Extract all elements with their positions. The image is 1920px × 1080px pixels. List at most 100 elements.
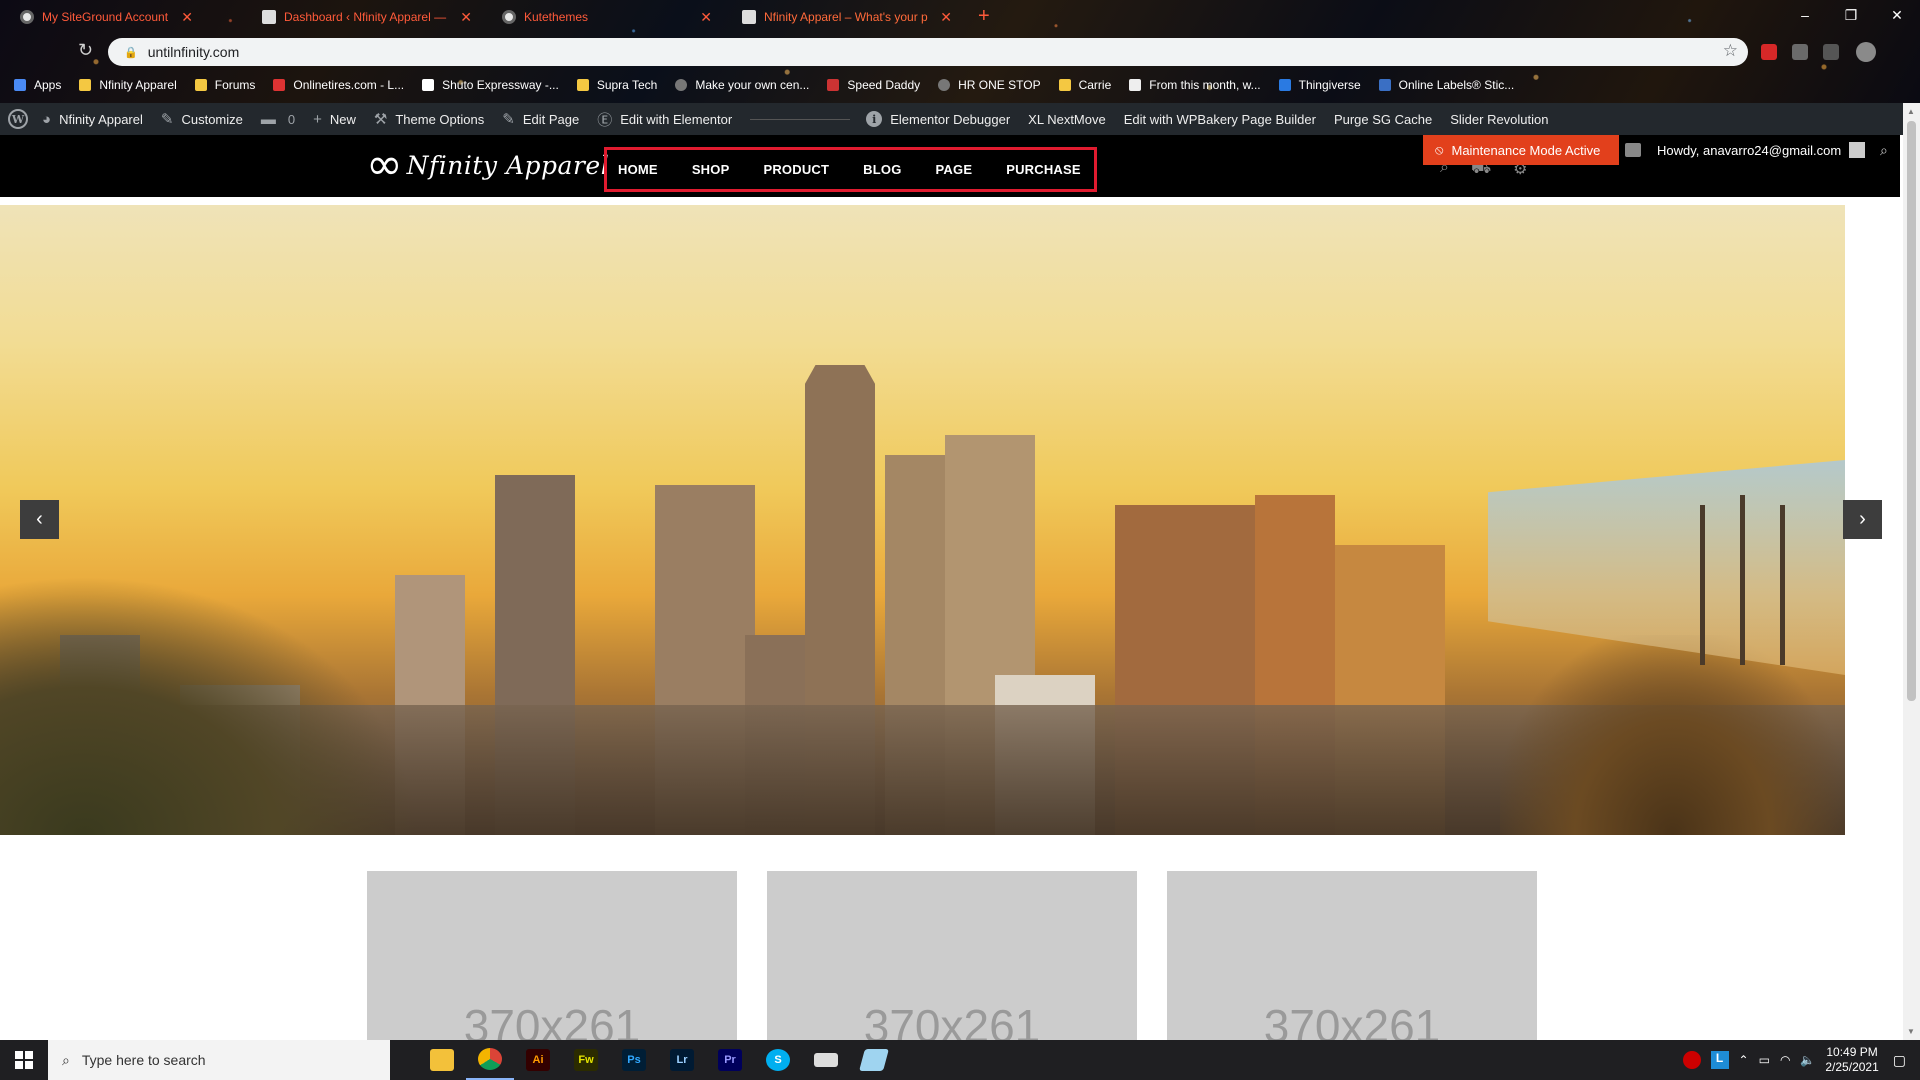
notification-center-icon[interactable]: ▢: [1893, 1052, 1906, 1069]
admin-comments[interactable]: ▬ 0: [261, 111, 295, 128]
volume-icon[interactable]: 🔈: [1800, 1053, 1815, 1067]
bookmark-item[interactable]: Forums: [194, 78, 255, 92]
placeholder-image[interactable]: 370x261: [767, 871, 1137, 1041]
lastpass-icon[interactable]: L: [1710, 1051, 1729, 1069]
site-header: ∞ Nfinity Apparel HOME SHOP PRODUCT BLOG…: [0, 135, 1900, 197]
nav-home[interactable]: HOME: [618, 162, 658, 177]
notification-icon[interactable]: [1625, 143, 1641, 157]
bookmark-item[interactable]: Thingiverse: [1278, 78, 1361, 92]
start-button[interactable]: [0, 1040, 48, 1080]
nav-purchase[interactable]: PURCHASE: [1006, 162, 1081, 177]
nav-page[interactable]: PAGE: [936, 162, 973, 177]
tab-kutethemes[interactable]: Kutethemes ✕: [482, 0, 722, 33]
chrome-icon[interactable]: [466, 1040, 514, 1080]
close-tab-icon[interactable]: ✕: [181, 9, 193, 26]
close-tab-icon[interactable]: ✕: [940, 9, 952, 26]
howdy-text: Howdy, anavarro24@gmail.com: [1657, 142, 1842, 158]
tab-siteground[interactable]: My SiteGround Account ✕: [0, 0, 203, 33]
wordpress-icon[interactable]: W: [8, 109, 28, 129]
admin-search-icon[interactable]: ⌕: [1880, 142, 1888, 159]
skype-icon[interactable]: S: [754, 1040, 802, 1080]
scroll-up-icon[interactable]: ▲: [1907, 107, 1915, 116]
main-navigation: HOME SHOP PRODUCT BLOG PAGE PURCHASE: [604, 147, 1097, 192]
bookmark-item[interactable]: Supra Tech: [576, 78, 657, 92]
extension-icon[interactable]: [1823, 44, 1839, 60]
address-bar[interactable]: 🔒 untilnfinity.com ☆: [108, 38, 1748, 66]
placeholder-image[interactable]: 370x261: [367, 871, 737, 1041]
lock-icon: 🔒: [124, 46, 138, 59]
nav-blog[interactable]: BLOG: [863, 162, 901, 177]
photoshop-icon[interactable]: Ps: [610, 1040, 658, 1080]
admin-wpbakery[interactable]: Edit with WPBakery Page Builder: [1124, 112, 1316, 127]
placeholder-image[interactable]: 370x261: [1167, 871, 1537, 1041]
illustrator-icon[interactable]: Ai: [514, 1040, 562, 1080]
admin-new[interactable]: + New: [313, 111, 356, 128]
slider-prev-button[interactable]: ‹: [20, 500, 59, 539]
wifi-icon[interactable]: ◠: [1780, 1053, 1790, 1067]
brush-icon: ✎: [160, 111, 174, 128]
bookmark-star-icon[interactable]: ☆: [1723, 41, 1738, 61]
bookmark-label: Nfinity Apparel: [99, 78, 177, 92]
bookmark-item[interactable]: Nfinity Apparel: [79, 78, 177, 92]
admin-divider: [750, 118, 851, 120]
bookmark-item[interactable]: Shuto Expressway -...: [422, 78, 559, 92]
admin-xl-nextmove[interactable]: XL NextMove: [1028, 112, 1106, 127]
meet-now-icon[interactable]: ▭: [1759, 1053, 1770, 1067]
slider-next-button[interactable]: ›: [1843, 500, 1882, 539]
minimize-icon[interactable]: –: [1782, 0, 1828, 30]
site-favicon: [827, 79, 840, 91]
clock[interactable]: 10:49 PM 2/25/2021: [1825, 1045, 1878, 1075]
bookmark-item[interactable]: Make your own cen...: [675, 78, 809, 92]
lightroom-icon[interactable]: Lr: [658, 1040, 706, 1080]
placeholder-label: 370x261: [863, 1000, 1041, 1041]
new-tab-icon[interactable]: +: [978, 5, 990, 28]
admin-label: XL NextMove: [1028, 111, 1106, 127]
bookmark-item[interactable]: HR ONE STOP: [938, 78, 1041, 92]
tab-dashboard[interactable]: Dashboard ‹ Nfinity Apparel — ✕: [242, 0, 482, 33]
siteground-icon: [20, 9, 34, 24]
premiere-icon[interactable]: Pr: [706, 1040, 754, 1080]
bookmark-item[interactable]: Online Labels® Stic...: [1378, 78, 1514, 92]
bookmark-apps[interactable]: Apps: [14, 78, 61, 92]
admin-elementor-debugger[interactable]: i Elementor Debugger: [866, 111, 1010, 127]
taskbar-search[interactable]: ⌕ Type here to search: [48, 1040, 390, 1080]
admin-edit-elementor[interactable]: Ⓔ Edit with Elementor: [597, 109, 732, 130]
card-app-icon[interactable]: [802, 1040, 850, 1080]
admin-edit-page[interactable]: ✎ Edit Page: [502, 110, 579, 128]
admin-site-name[interactable]: ◕ Nfinity Apparel: [42, 111, 143, 128]
admin-purge-cache[interactable]: Purge SG Cache: [1334, 112, 1432, 127]
close-tab-icon[interactable]: ✕: [460, 9, 472, 26]
pdf-extension-icon[interactable]: [1761, 44, 1777, 60]
chevron-left-icon: ‹: [36, 508, 43, 530]
nav-shop[interactable]: SHOP: [692, 162, 730, 177]
admin-theme-options[interactable]: ⚒ Theme Options: [374, 110, 484, 128]
file-explorer-icon[interactable]: [418, 1040, 466, 1080]
bookmark-item[interactable]: From this month, w...: [1129, 78, 1261, 92]
restore-icon[interactable]: ❐: [1828, 0, 1874, 30]
chevron-up-icon[interactable]: ⌃: [1739, 1053, 1749, 1067]
close-window-icon[interactable]: ✕: [1874, 0, 1920, 30]
notepad-icon[interactable]: [850, 1040, 898, 1080]
site-logo[interactable]: ∞ Nfinity Apparel: [366, 143, 609, 187]
bookmark-label: From this month, w...: [1149, 78, 1261, 92]
reload-icon[interactable]: ↻: [78, 40, 93, 61]
account-menu[interactable]: Howdy, anavarro24@gmail.com: [1657, 135, 1866, 165]
fireworks-icon[interactable]: Fw: [562, 1040, 610, 1080]
nav-product[interactable]: PRODUCT: [763, 162, 829, 177]
page-scrollbar[interactable]: ▲ ▼: [1903, 103, 1920, 1040]
maintenance-mode-badge[interactable]: ⦸ Maintenance Mode Active: [1423, 135, 1619, 165]
scrollbar-thumb[interactable]: [1907, 121, 1916, 701]
profile-avatar[interactable]: [1856, 42, 1876, 62]
extension-puzzle-icon[interactable]: [1792, 44, 1808, 60]
antivirus-icon[interactable]: [1682, 1051, 1701, 1069]
scroll-down-icon[interactable]: ▼: [1907, 1027, 1915, 1036]
tab-nfinity-active[interactable]: Nfinity Apparel – What's your p ✕: [722, 0, 962, 33]
bookmark-item[interactable]: Onlinetires.com - L...: [273, 78, 404, 92]
kutethemes-icon: [502, 9, 516, 24]
close-tab-icon[interactable]: ✕: [700, 9, 712, 26]
admin-customize[interactable]: ✎ Customize: [161, 110, 243, 128]
admin-slider-revolution[interactable]: Slider Revolution: [1450, 112, 1548, 127]
avatar: [1849, 142, 1866, 158]
bookmark-item[interactable]: Speed Daddy: [827, 78, 920, 92]
bookmark-item[interactable]: Carrie: [1058, 78, 1111, 92]
